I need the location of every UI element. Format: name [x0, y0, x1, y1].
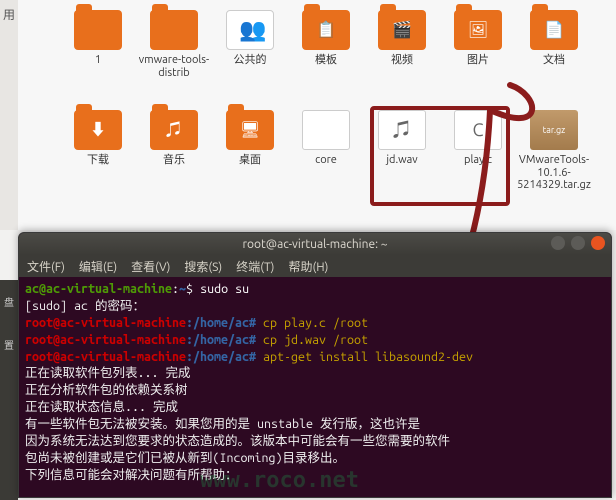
- output-line: 有一些软件包无法被安装。如果您用的是 unstable 发行版，这也许是: [25, 417, 420, 431]
- cmd-text: sudo su: [200, 282, 249, 296]
- file-label: 公共的: [213, 54, 287, 67]
- file-item[interactable]: ♫ jd.wav: [364, 110, 440, 210]
- terminal-titlebar: root@ac-virtual-machine: ~: [19, 233, 611, 255]
- file-item[interactable]: 🖥 桌面: [212, 110, 288, 210]
- vertical-tab[interactable]: 用: [0, 0, 18, 230]
- folder-icon: ⬇: [74, 110, 122, 150]
- file-label: core: [289, 154, 363, 167]
- file-label: 图片: [441, 54, 515, 67]
- file-item[interactable]: core: [288, 110, 364, 210]
- folder-icon: [74, 10, 122, 50]
- shared-folder-icon: [226, 10, 274, 50]
- file-item[interactable]: tar.gz VMwareTools-10.1.6-5214329.tar.gz: [516, 110, 592, 210]
- file-item[interactable]: 📄 文档: [516, 10, 592, 110]
- folder-icon: 🖼: [454, 10, 502, 50]
- file-label: 音乐: [137, 154, 211, 167]
- file-label: 模板: [289, 54, 363, 67]
- folder-icon: 🎬: [378, 10, 426, 50]
- file-item[interactable]: ♫ 音乐: [136, 110, 212, 210]
- folder-icon: [150, 10, 198, 50]
- file-label: VMwareTools-10.1.6-5214329.tar.gz: [517, 154, 591, 192]
- cmd-text: cp play.c /root: [263, 316, 368, 330]
- file-icon: ♫: [378, 110, 426, 150]
- output-line: 正在读取状态信息... 完成: [25, 400, 178, 414]
- terminal-body[interactable]: ac@ac-virtual-machine:~$ sudo su [sudo] …: [19, 277, 611, 498]
- file-item[interactable]: 🖼 图片: [440, 10, 516, 110]
- file-item[interactable]: ⬇ 下载: [60, 110, 136, 210]
- prompt-root: root@ac-virtual-machine: [25, 316, 186, 330]
- file-icon: [302, 110, 350, 150]
- output-line: 正在读取软件包列表... 完成: [25, 366, 191, 380]
- folder-icon: ♫: [150, 110, 198, 150]
- output-line: [sudo] ac 的密码：: [25, 299, 145, 313]
- prompt-user: ac@ac-virtual-machine: [25, 282, 172, 296]
- file-label: 下载: [61, 154, 135, 167]
- file-manager: 用 1vmware-tools-distrib公共的 📋 模板 🎬 视频 🖼 图片 📄 文档 ⬇ 下…: [0, 0, 616, 230]
- minimize-button[interactable]: [551, 236, 565, 250]
- menu-terminal[interactable]: 终端(T): [236, 258, 274, 275]
- prompt-root: root@ac-virtual-machine: [25, 333, 186, 347]
- menu-view[interactable]: 查看(V): [131, 258, 170, 275]
- prompt-path: ~: [179, 282, 186, 296]
- terminal-menubar: 文件(F) 编辑(E) 查看(V) 搜索(S) 终端(T) 帮助(H): [19, 255, 611, 277]
- output-line: 包尚未被创建或是它们已被从新到(Incoming)目录移出。: [25, 451, 345, 465]
- file-item[interactable]: 公共的: [212, 10, 288, 110]
- file-item[interactable]: Cplay.c: [440, 110, 516, 210]
- close-button[interactable]: [591, 236, 605, 250]
- file-icon: C: [454, 110, 502, 150]
- folder-icon: 🖥: [226, 110, 274, 150]
- prompt-root: root@ac-virtual-machine: [25, 350, 186, 364]
- file-grid: 1vmware-tools-distrib公共的📋模板🎬视频🖼图片📄文档⬇下载♫…: [60, 10, 616, 210]
- file-label: 文档: [517, 54, 591, 67]
- folder-icon: 📋: [302, 10, 350, 50]
- file-label: vmware-tools-distrib: [137, 54, 211, 79]
- menu-help[interactable]: 帮助(H): [288, 258, 328, 275]
- cmd-text: apt-get install libasound2-dev: [263, 350, 473, 364]
- file-item[interactable]: 1: [60, 10, 136, 110]
- file-item[interactable]: 🎬 视频: [364, 10, 440, 110]
- terminal-window: root@ac-virtual-machine: ~ 文件(F) 编辑(E) 查…: [18, 232, 612, 498]
- archive-icon: tar.gz: [530, 110, 578, 150]
- menu-search[interactable]: 搜索(S): [184, 258, 222, 275]
- file-label: 视频: [365, 54, 439, 67]
- menu-edit[interactable]: 编辑(E): [79, 258, 117, 275]
- output-line: 正在分析软件包的依赖关系树: [25, 383, 188, 397]
- folder-icon: 📄: [530, 10, 578, 50]
- file-label: play.c: [441, 154, 515, 167]
- launcher: 盘 置: [0, 280, 18, 500]
- maximize-button[interactable]: [571, 236, 585, 250]
- file-item[interactable]: 📋 模板: [288, 10, 364, 110]
- launcher-item[interactable]: 盘: [0, 280, 18, 323]
- cmd-text: cp jd.wav /root: [263, 333, 368, 347]
- file-label: 1: [61, 54, 135, 67]
- file-item[interactable]: vmware-tools-distrib: [136, 10, 212, 110]
- file-label: 桌面: [213, 154, 287, 167]
- output-line: 下列信息可能会对解决问题有所帮助：: [25, 468, 238, 482]
- launcher-item[interactable]: 置: [0, 323, 18, 366]
- menu-file[interactable]: 文件(F): [27, 258, 65, 275]
- terminal-title: root@ac-virtual-machine: ~: [242, 238, 387, 251]
- output-line: 因为系统无法达到您要求的状态造成的。该版本中可能会有一些您需要的软件: [25, 434, 450, 448]
- file-label: jd.wav: [365, 154, 439, 167]
